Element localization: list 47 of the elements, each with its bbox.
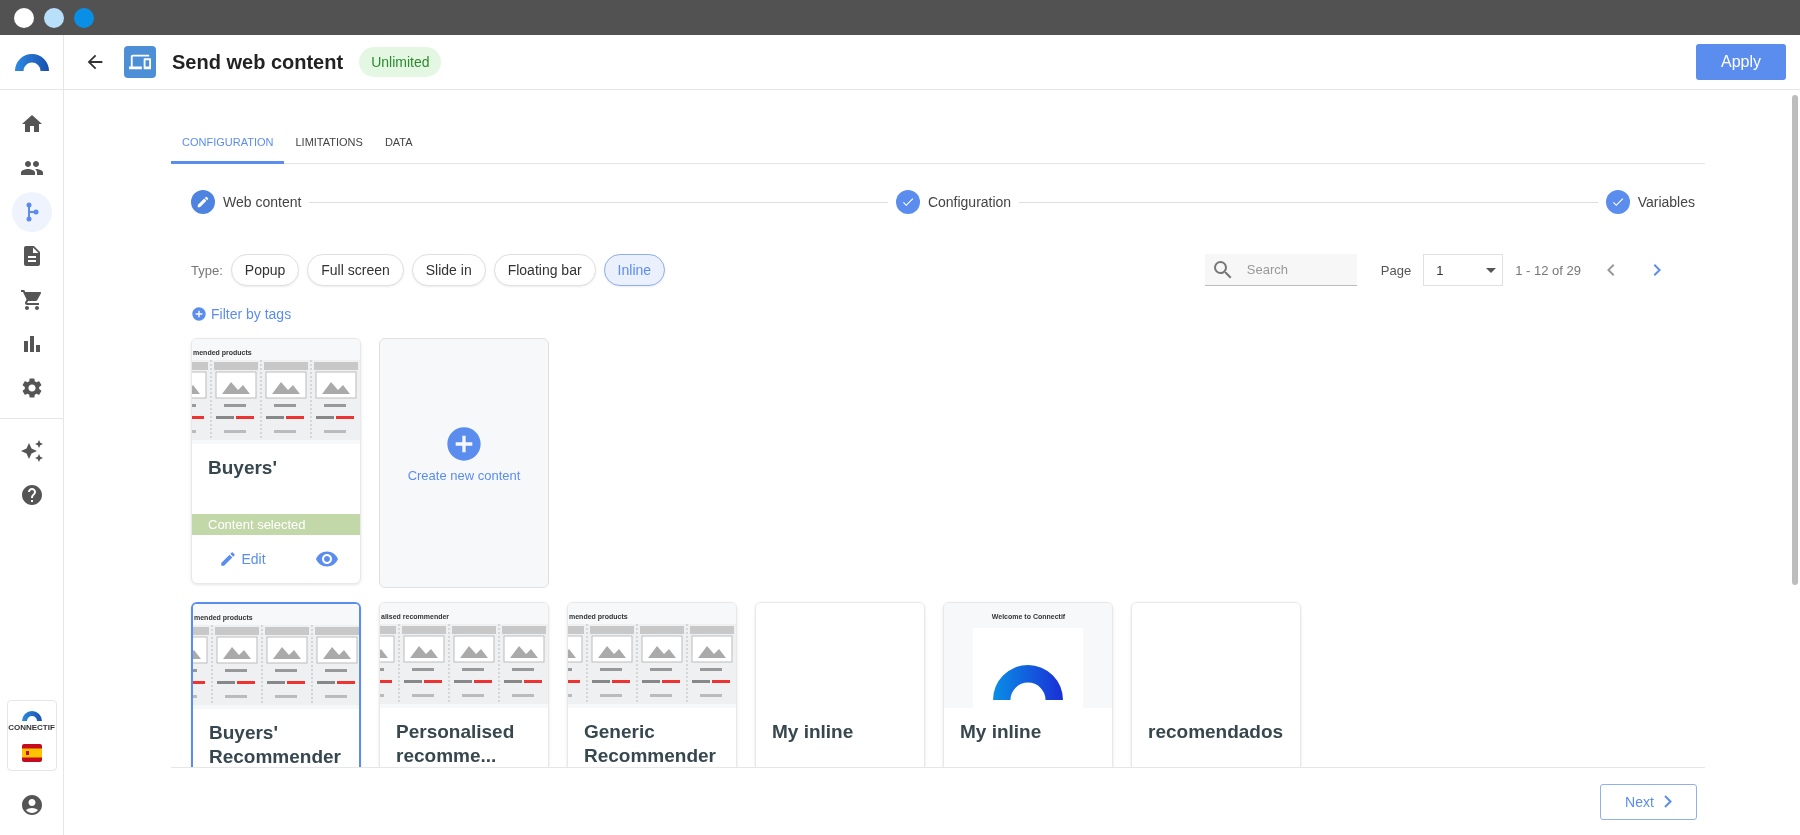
step-label: Variables xyxy=(1637,194,1695,210)
tab[interactable]: LIMITATIONS xyxy=(284,128,374,164)
page-title: Send web content xyxy=(172,50,344,74)
plan-badge: Unlimited xyxy=(359,47,442,77)
check-icon xyxy=(900,195,915,209)
logo-arc-icon xyxy=(993,665,1063,700)
content-card[interactable]: My inline xyxy=(755,602,925,767)
user-icon xyxy=(19,793,44,817)
card-title: Buyers' xyxy=(207,456,278,480)
app-logo-icon xyxy=(14,53,49,71)
sidebar-item[interactable] xyxy=(11,192,52,232)
card-title: My inline xyxy=(959,720,1043,744)
chevron-right-icon xyxy=(1663,795,1672,808)
sparkle-icon xyxy=(19,439,44,463)
window-control[interactable] xyxy=(14,7,34,28)
type-chip[interactable]: Popup xyxy=(230,254,300,286)
card-title: My inline xyxy=(771,720,855,744)
cart-icon xyxy=(19,288,44,312)
search-field[interactable]: Search xyxy=(1204,254,1357,286)
page-select[interactable]: 1 xyxy=(1423,254,1504,286)
card-title: Personalised recomme... xyxy=(395,720,516,767)
spain-flag-icon[interactable] xyxy=(21,744,42,762)
brand-logo-icon xyxy=(21,711,42,721)
type-chip[interactable]: Full screen xyxy=(307,254,404,286)
card-title: Buyers' Recommender xyxy=(208,721,342,767)
card-title: recomendados xyxy=(1147,720,1285,744)
step-label: Configuration xyxy=(927,194,1012,210)
window-control[interactable] xyxy=(44,7,64,28)
scrollbar[interactable] xyxy=(1792,95,1798,585)
step-label: Web content xyxy=(223,194,302,210)
content-card[interactable]: recomendados xyxy=(1131,602,1301,767)
selected-status: Content selected xyxy=(192,514,360,535)
page-label: Page xyxy=(1380,262,1412,278)
type-chip[interactable]: Floating bar xyxy=(493,254,596,286)
help-icon xyxy=(19,483,44,507)
account-card[interactable]: CONNECTIF xyxy=(6,700,57,771)
type-label: Type: xyxy=(191,262,223,278)
pencil-icon xyxy=(219,550,238,568)
card-title: Generic Recommender xyxy=(583,720,717,767)
tab[interactable]: DATA xyxy=(373,128,424,164)
devices-icon xyxy=(124,46,156,78)
dropdown-caret-icon xyxy=(1486,267,1497,273)
brand-name: CONNECTIF xyxy=(8,723,55,732)
type-chip[interactable]: Slide in xyxy=(411,254,486,286)
page-range: 1 - 12 of 29 xyxy=(1515,262,1581,278)
pencil-icon xyxy=(196,195,210,209)
check-icon xyxy=(1610,195,1625,209)
